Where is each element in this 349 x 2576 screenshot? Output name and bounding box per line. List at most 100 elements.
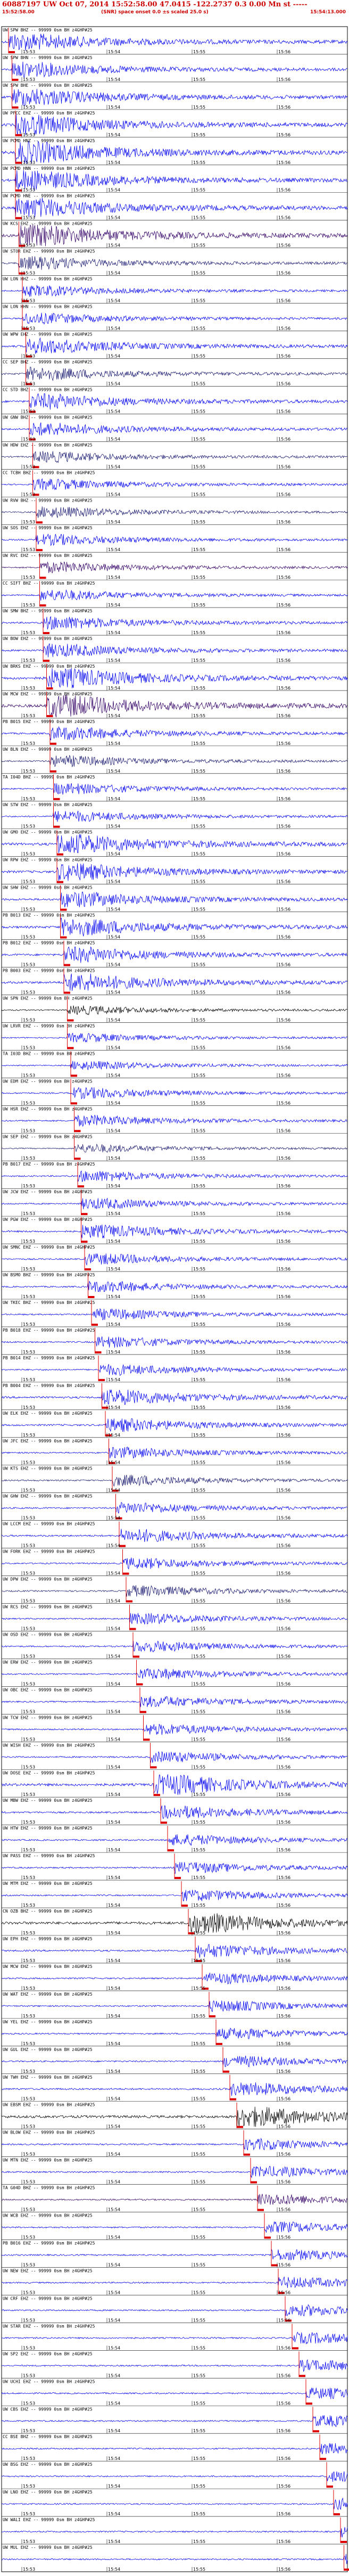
waveform	[1, 1143, 348, 1153]
time-tick-label: 15:55	[193, 797, 205, 801]
trace-label: PB B014 EHZ -- 99999 0sm BH z4GHP#25	[3, 1356, 95, 1360]
time-tick-label: 15:56	[278, 2069, 290, 2074]
waveform	[1, 1774, 348, 1795]
time-tick-label: 15:55	[193, 935, 205, 940]
time-tick-label: 15:54	[108, 1377, 120, 1382]
time-tick-label: 15:53	[23, 1267, 35, 1271]
trace-row: UW NEW EHZ -- 99999 0sm BH z4GHP#25 15:53…	[1, 2268, 348, 2295]
time-tick-label: 15:53	[23, 963, 35, 967]
trace-label: UW GMO EHZ -- 99999 0sm BH z4GHP#25	[3, 830, 93, 835]
time-tick-label: 15:56	[278, 1128, 290, 1133]
time-tick-label: 15:55	[193, 464, 205, 469]
trace-label: CC STD BHZ -- 99999 0sm BH z4GHP#25	[3, 387, 93, 392]
time-tick-label: 15:55	[193, 354, 205, 358]
time-tick-label: 15:56	[278, 603, 290, 608]
time-tick-label: 15:53	[23, 271, 35, 276]
trace-label: UW SPW BHZ -- 99999 0sm BH z4GHP#25	[3, 28, 93, 32]
waveform	[1, 256, 348, 270]
time-tick-label: 15:54	[108, 492, 120, 497]
waveform	[1, 2443, 348, 2455]
time-tick-label: 15:56	[278, 2567, 290, 2572]
time-tick-label: 15:54	[108, 381, 120, 386]
time-tick-label: 15:55	[193, 1931, 205, 1935]
p-pick-marker	[39, 577, 46, 579]
time-tick-label: 15:54	[108, 1350, 120, 1355]
trace-label: PB B003 EHZ -- 99999 0sm BH z4GHP#25	[3, 969, 95, 973]
trace-label: UW JCW EHZ -- 99999 0sm BH z4GHP#25	[3, 1189, 93, 1194]
time-tick-label: 15:56	[278, 2208, 290, 2212]
time-tick-label: 15:53	[23, 1681, 35, 1686]
trace-label: UW SOS EHZ -- 99999 0sm BH z4GHP#25	[3, 526, 93, 530]
time-tick-label: 15:55	[193, 603, 205, 608]
time-tick-label: 15:54	[108, 575, 120, 580]
trace-row: PB B016 EHZ -- 99999 0sm BH z4GHP#25 15:5…	[1, 2241, 348, 2268]
time-tick-label: 15:56	[278, 658, 290, 663]
trace-label: UW MCW EHZ -- 99999 0sm BH z4GHP#25	[3, 692, 93, 696]
time-tick-label: 15:55	[193, 2429, 205, 2433]
waveform	[1, 2359, 348, 2372]
time-tick-label: 15:56	[278, 2152, 290, 2157]
trace-row: UW MCW EHZ -- 99999 0sm BH z4GHP#25 15:53…	[1, 1964, 348, 1991]
time-tick-label: 15:56	[278, 381, 290, 386]
time-tick-label: 15:54	[108, 105, 120, 110]
time-tick-label: 15:55	[193, 1903, 205, 1908]
time-tick-label: 15:54	[108, 1294, 120, 1299]
time-tick-label: 15:56	[278, 935, 290, 940]
time-tick-label: 15:55	[193, 1571, 205, 1576]
p-pick-marker	[230, 2098, 236, 2101]
time-tick-label: 15:56	[278, 1931, 290, 1935]
waveform	[1, 422, 348, 436]
trace-row: UW PCMD HNN -- 99999 0sm BH z4GHP#25 15:5…	[1, 166, 348, 193]
trace-label: UW PCMD HNN -- 99999 0sm BH z4GHP#25	[3, 166, 95, 171]
waveform	[1, 478, 348, 491]
time-tick-label: 15:56	[278, 2456, 290, 2461]
trace-row: UW MTN EHZ -- 99999 0sm BH z4GHP#25 15:53…	[1, 2157, 348, 2185]
time-tick-label: 15:54	[108, 1875, 120, 1880]
waveform	[1, 1890, 348, 1901]
time-tick-label: 15:55	[193, 1184, 205, 1188]
trace-label: UW LNO EHZ -- 99999 0sm BH z4GHP#25	[3, 2490, 93, 2495]
time-tick-label: 15:53	[23, 2014, 35, 2019]
trace-label: CN OZB BHZ -- 99999 0sm BH z4GHP#25	[3, 1909, 93, 1914]
time-tick-label: 15:56	[278, 1350, 290, 1355]
p-pick-marker	[95, 1351, 102, 1353]
trace-label: UW ERW EHZ -- 99999 0sm BH z4GHP#25	[3, 1660, 93, 1664]
time-tick-label: 15:53	[23, 2484, 35, 2489]
time-tick-label: 15:55	[193, 686, 205, 691]
p-pick-marker	[313, 2430, 319, 2433]
waveform	[1, 1696, 348, 1708]
p-pick-marker	[15, 161, 22, 164]
time-tick-label: 15:55	[193, 1848, 205, 1852]
time-tick-label: 15:54	[108, 2097, 120, 2102]
p-pick-marker	[126, 1600, 132, 1603]
time-tick-label: 15:56	[278, 686, 290, 691]
time-tick-label: 15:55	[193, 1737, 205, 1742]
time-tick-label: 15:53	[23, 409, 35, 414]
time-tick-label: 15:54	[108, 1461, 120, 1465]
time-tick-label: 15:53	[23, 50, 35, 54]
time-tick-label: 15:55	[193, 1101, 205, 1105]
time-tick-label: 15:54	[108, 1654, 120, 1659]
time-tick-label: 15:53	[23, 1101, 35, 1105]
time-tick-label: 15:53	[23, 1958, 35, 1963]
waveform	[1, 1114, 348, 1127]
trace-row: UW STAR EHZ -- 99999 0sm BH z4GHP#25 15:5…	[1, 2324, 348, 2351]
time-tick-label: 15:54	[108, 1709, 120, 1714]
waveform	[1, 2471, 348, 2482]
time-tick-label: 15:56	[278, 769, 290, 774]
trace-row: PB B015 EHZ -- 99999 0sm BH z4GHP#25 15:5…	[1, 719, 348, 746]
trace-row: UW LCCM EHZ -- 99999 0sm BH z4GHP#25 15:5…	[1, 1521, 348, 1548]
p-pick-marker	[60, 908, 67, 911]
time-tick-label: 15:54	[108, 1128, 120, 1133]
time-tick-label: 15:53	[23, 2208, 35, 2212]
time-tick-label: 15:56	[278, 2401, 290, 2406]
time-tick-label: 15:53	[23, 2180, 35, 2185]
waveform	[1, 2249, 348, 2260]
time-tick-label: 15:54	[108, 1322, 120, 1327]
time-tick-label: 15:56	[278, 464, 290, 469]
time-tick-label: 15:53	[23, 2429, 35, 2433]
trace-row: UW TWH EHZ -- 99999 0sm BH z4GHP#25 15:53…	[1, 2074, 348, 2102]
time-tick-label: 15:53	[23, 1128, 35, 1133]
p-pick-marker	[74, 1130, 81, 1133]
time-tick-label: 15:53	[23, 1654, 35, 1659]
